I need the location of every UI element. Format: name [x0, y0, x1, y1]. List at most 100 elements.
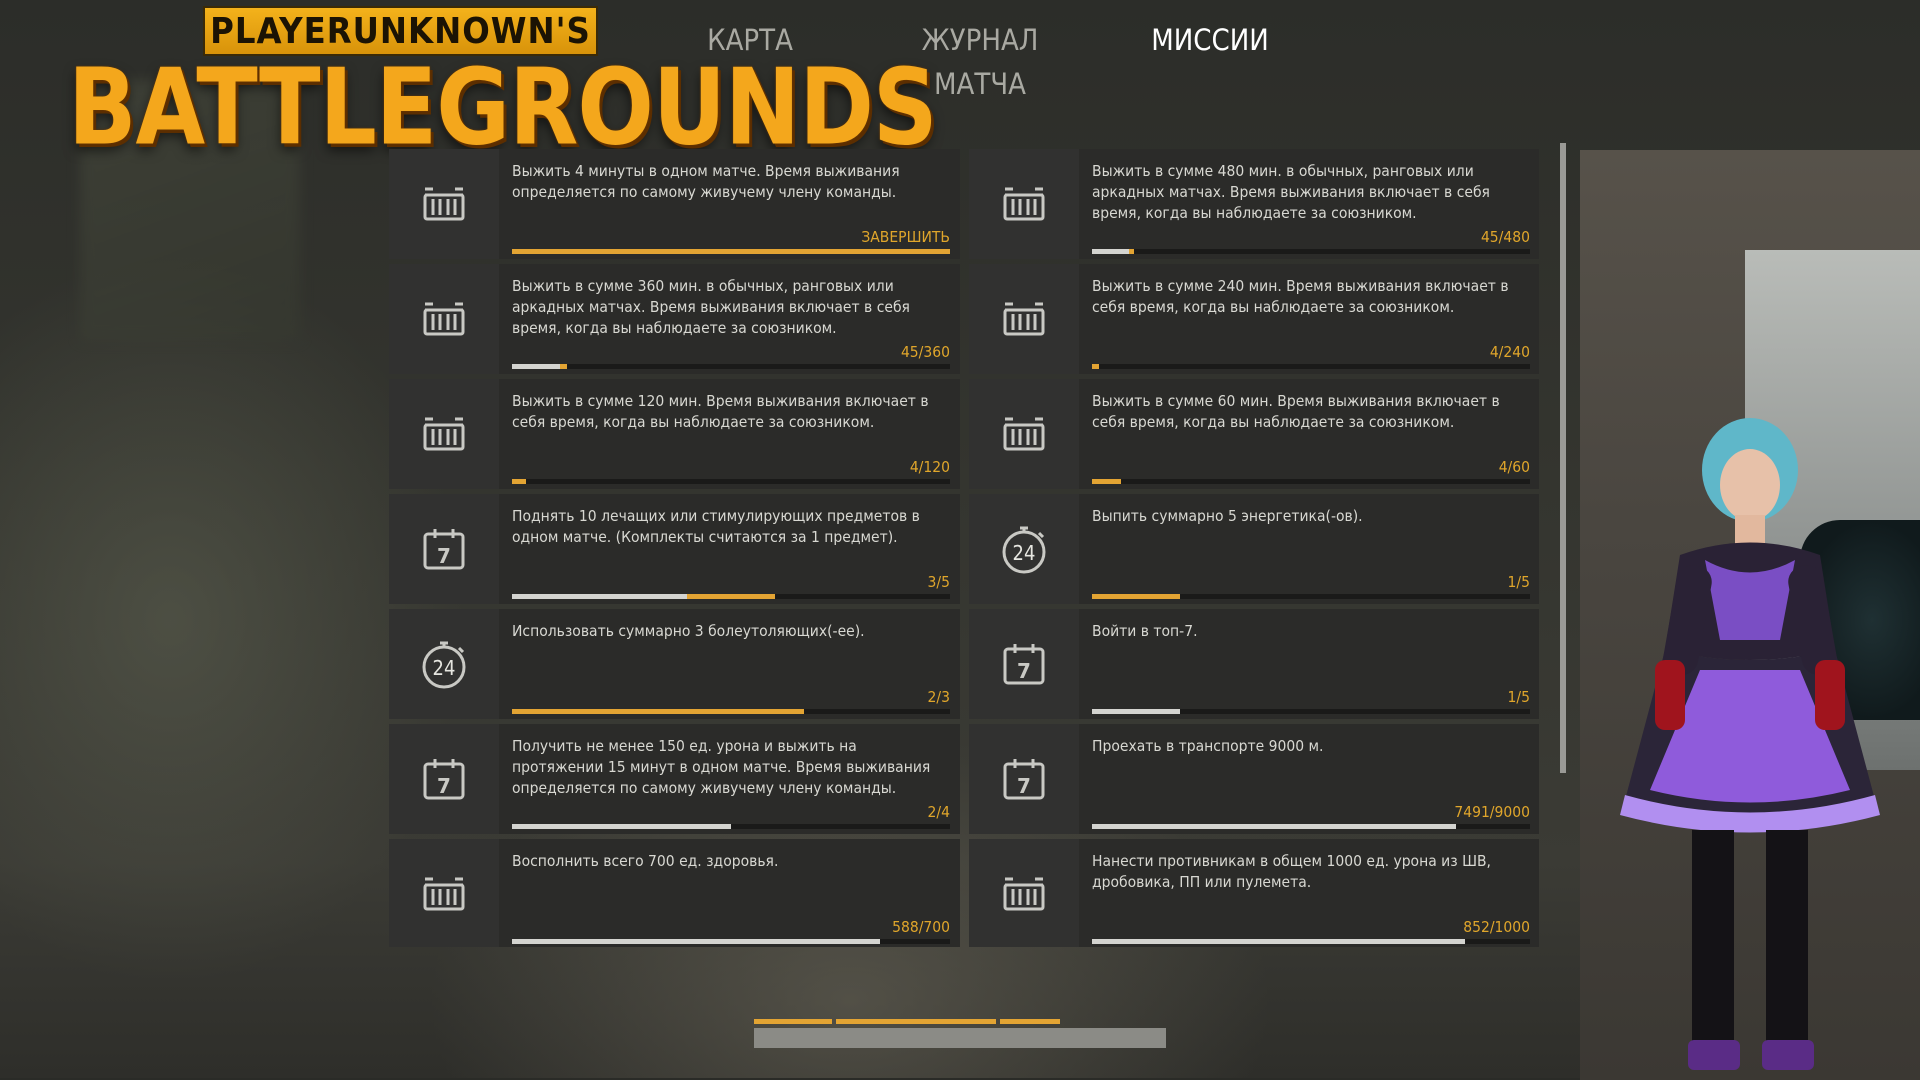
character-model: [1620, 418, 1880, 1070]
mission-description: Нанести противникам в общем 1000 ед. уро…: [1092, 852, 1491, 891]
mission-description: Поднять 10 лечащих или стимулирующих пре…: [512, 507, 920, 546]
crate-icon: [969, 149, 1079, 259]
mission-card[interactable]: 7 Проехать в транспорте 9000 м. 7491/9000: [969, 724, 1539, 834]
progress-fill-new: [687, 594, 775, 599]
crate-icon: [389, 839, 499, 947]
mission-description: Выпить суммарно 5 энергетика(-ов).: [1092, 507, 1363, 525]
mission-progress-bar: [1092, 709, 1530, 714]
svg-text:7: 7: [1017, 659, 1031, 683]
mission-progress-bar: [1092, 479, 1530, 484]
logo-line-2: BATTLEGROUNDS: [68, 46, 938, 169]
mission-description: Проехать в транспорте 9000 м.: [1092, 737, 1324, 755]
top-nav: КАРТА ЖУРНАЛ МАТЧА МИССИИ: [600, 18, 1360, 101]
mission-progress-bar: [1092, 824, 1530, 829]
mission-progress-label: 4/120: [909, 458, 950, 476]
crate-icon: [389, 379, 499, 489]
missions-scrollbar[interactable]: [1560, 143, 1566, 773]
mission-card[interactable]: 24 Использовать суммарно 3 болеутоляющих(…: [389, 609, 960, 719]
mission-card[interactable]: Выжить в сумме 480 мин. в обычных, ранго…: [969, 149, 1539, 259]
mission-progress-label: 3/5: [927, 573, 950, 591]
svg-text:7: 7: [437, 774, 451, 798]
mission-description: Использовать суммарно 3 болеутоляющих(-е…: [512, 622, 865, 640]
mission-progress-bar: [512, 594, 950, 599]
mission-progress-bar: [512, 364, 950, 369]
mission-card[interactable]: Выжить в сумме 120 мин. Время выживания …: [389, 379, 960, 489]
tab-missions[interactable]: МИССИИ: [1070, 18, 1350, 62]
mission-progress-label: 588/700: [892, 918, 950, 936]
mission-progress-label: 2/3: [927, 688, 950, 706]
tab-map[interactable]: КАРТА: [670, 18, 830, 62]
mission-progress-bar: [1092, 364, 1530, 369]
mission-progress-label: 7491/9000: [1454, 803, 1530, 821]
progress-fill-new: [512, 479, 527, 484]
mission-progress-label[interactable]: ЗАВЕРШИТЬ: [861, 228, 950, 246]
mission-card[interactable]: 7 Войти в топ-7. 1/5: [969, 609, 1539, 719]
bottom-bar: [754, 1028, 1166, 1048]
calendar-7-icon: 7: [969, 724, 1079, 834]
svg-text:7: 7: [437, 544, 451, 568]
mission-card[interactable]: Нанести противникам в общем 1000 ед. уро…: [969, 839, 1539, 947]
progress-fill-completed: [1092, 939, 1466, 944]
crate-icon: [389, 149, 499, 259]
mission-card[interactable]: 7 Поднять 10 лечащих или стимулирующих пр…: [389, 494, 960, 604]
mission-progress-label: 852/1000: [1463, 918, 1530, 936]
mission-progress-bar: [1092, 939, 1530, 944]
crate-icon: [389, 264, 499, 374]
stopwatch-24-icon: 24: [389, 609, 499, 719]
mission-description: Выжить в сумме 240 мин. Время выживания …: [1092, 277, 1509, 316]
mission-description: Получить не менее 150 ед. урона и выжить…: [512, 737, 931, 797]
progress-fill-new: [1092, 594, 1180, 599]
mission-card[interactable]: Выжить 4 минуты в одном матче. Время выж…: [389, 149, 960, 259]
crate-icon: [969, 379, 1079, 489]
mission-progress-label: 45/360: [900, 343, 950, 361]
mission-progress-label: 1/5: [1507, 573, 1530, 591]
progress-fill-completed: [512, 364, 561, 369]
mission-description: Выжить в сумме 360 мин. в обычных, ранго…: [512, 277, 910, 337]
mission-card[interactable]: Выжить в сумме 60 мин. Время выживания в…: [969, 379, 1539, 489]
mission-description: Восполнить всего 700 ед. здоровья.: [512, 852, 779, 870]
mission-progress-bar: [512, 939, 950, 944]
page-indicator-segment[interactable]: [754, 1019, 832, 1024]
progress-fill-new: [1092, 479, 1122, 484]
svg-text:24: 24: [1013, 541, 1036, 565]
page-indicator: [754, 1019, 1166, 1025]
calendar-7-icon: 7: [389, 724, 499, 834]
mission-description: Выжить в сумме 60 мин. Время выживания в…: [1092, 392, 1500, 431]
mission-progress-bar: [512, 709, 950, 714]
progress-fill-completed: [512, 824, 731, 829]
missions-grid: Выжить 4 минуты в одном матче. Время выж…: [389, 149, 1539, 947]
mission-card[interactable]: 24 Выпить суммарно 5 энергетика(-ов). 1/5: [969, 494, 1539, 604]
progress-fill-new: [1092, 364, 1100, 369]
progress-fill-completed: [512, 939, 880, 944]
calendar-7-icon: 7: [969, 609, 1079, 719]
page-indicator-segment[interactable]: [1000, 1019, 1060, 1024]
svg-text:24: 24: [433, 656, 456, 680]
mission-progress-label: 4/60: [1498, 458, 1530, 476]
calendar-7-icon: 7: [389, 494, 499, 604]
mission-progress-bar: [1092, 594, 1530, 599]
mission-description: Выжить в сумме 120 мин. Время выживания …: [512, 392, 929, 431]
mission-progress-bar: [1092, 249, 1530, 254]
mission-progress-label: 1/5: [1507, 688, 1530, 706]
mission-progress-bar: [512, 824, 950, 829]
svg-text:7: 7: [1017, 774, 1031, 798]
tab-match-log[interactable]: ЖУРНАЛ МАТЧА: [875, 18, 1085, 101]
stopwatch-24-icon: 24: [969, 494, 1079, 604]
progress-fill-completed: [1092, 249, 1130, 254]
progress-fill-new: [1129, 249, 1135, 254]
mission-description: Войти в топ-7.: [1092, 622, 1198, 640]
mission-card[interactable]: Восполнить всего 700 ед. здоровья. 588/70…: [389, 839, 960, 947]
mission-progress-bar: [512, 249, 950, 254]
mission-description: Выжить 4 минуты в одном матче. Время выж…: [512, 162, 900, 201]
progress-fill-completed: [512, 594, 688, 599]
mission-description: Выжить в сумме 480 мин. в обычных, ранго…: [1092, 162, 1490, 222]
mission-card[interactable]: Выжить в сумме 360 мин. в обычных, ранго…: [389, 264, 960, 374]
progress-fill-completed: [1092, 709, 1180, 714]
mission-card[interactable]: 7 Получить не менее 150 ед. урона и выжит…: [389, 724, 960, 834]
progress-fill-new: [512, 709, 805, 714]
mission-progress-bar: [512, 479, 950, 484]
page-indicator-segment[interactable]: [836, 1019, 996, 1024]
mission-progress-label: 4/240: [1489, 343, 1530, 361]
game-logo: PLAYERUNKNOWN'S BATTLEGROUNDS: [68, 6, 938, 169]
mission-card[interactable]: Выжить в сумме 240 мин. Время выживания …: [969, 264, 1539, 374]
